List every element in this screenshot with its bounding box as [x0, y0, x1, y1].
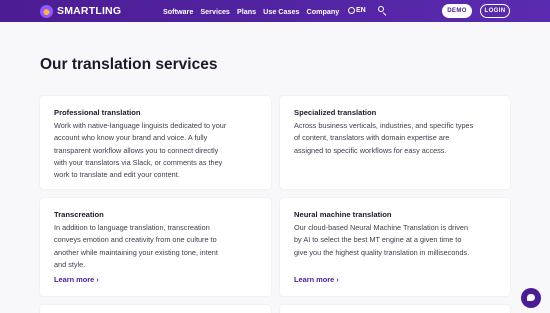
- card-title: Specialized translation: [294, 108, 377, 117]
- card-line: with your translators via Slack, or comm…: [54, 157, 223, 167]
- card-partial: [280, 305, 510, 313]
- page-title: Our translation services: [40, 56, 218, 73]
- language-selector[interactable]: EN: [348, 7, 366, 14]
- nav-services[interactable]: Services: [200, 7, 230, 16]
- card-line: and style.: [54, 259, 86, 269]
- logo-icon: [40, 4, 53, 18]
- card-line: Our cloud-based Neural Machine Translati…: [294, 223, 468, 232]
- card-line: conveys emotion and creativity from one …: [54, 235, 217, 245]
- card-transcreation: Transcreation In addition to language tr…: [40, 198, 271, 296]
- login-button[interactable]: LOGIN: [480, 4, 510, 18]
- learn-more-link[interactable]: Learn more ›: [54, 275, 99, 284]
- card-line: assigned to specific workflows for easy …: [294, 145, 447, 155]
- card-line: by AI to select the best MT engine at a …: [294, 235, 462, 245]
- card-line: of content, translators with domain expe…: [294, 133, 450, 143]
- logo-text: SMARTLING: [57, 5, 122, 17]
- card-description: In addition to language translation, tra…: [54, 222, 218, 271]
- nav-use-cases[interactable]: Use Cases: [263, 7, 299, 16]
- card-description: Our cloud-based Neural Machine Translati…: [294, 222, 469, 259]
- smartling-logo[interactable]: SMARTLING: [40, 4, 121, 18]
- card-title: Neural machine translation: [294, 210, 392, 219]
- nav-software[interactable]: Software: [163, 7, 193, 16]
- top-navbar: SMARTLING Software Services Plans Use Ca…: [0, 0, 550, 22]
- card-line: transparent workflow allows you to conne…: [54, 145, 219, 155]
- demo-button[interactable]: DEMO: [442, 4, 472, 18]
- card-line: work to translate and edit your content.: [54, 170, 180, 180]
- nav-plans[interactable]: Plans: [237, 7, 256, 16]
- card-description: Work with native-language linguists dedi…: [54, 120, 226, 181]
- nav-company[interactable]: Company: [307, 7, 340, 16]
- nav-links: Software Services Plans Use Cases Compan…: [163, 0, 346, 22]
- card-line: account who know your brand and voice. A…: [54, 133, 208, 143]
- globe-icon: [348, 7, 355, 14]
- card-line: give you the highest quality translation…: [294, 247, 470, 257]
- chat-bubble-icon: [527, 294, 535, 301]
- card-partial: [40, 305, 271, 313]
- card-description: Across business verticals, industries, a…: [294, 120, 473, 157]
- card-professional-translation: Professional translation Work with nativ…: [40, 96, 271, 189]
- card-line: Across business verticals, industries, a…: [294, 121, 474, 130]
- card-line: another while maintaining your existing …: [54, 247, 218, 257]
- search-icon[interactable]: [378, 6, 387, 16]
- language-label: EN: [356, 7, 366, 14]
- card-title: Professional translation: [54, 108, 141, 117]
- card-specialized-translation: Specialized translation Across business …: [280, 96, 510, 189]
- learn-more-link[interactable]: Learn more ›: [294, 275, 339, 284]
- card-title: Transcreation: [54, 210, 104, 219]
- chat-button[interactable]: [521, 288, 541, 308]
- card-line: Work with native-language linguists dedi…: [54, 121, 227, 130]
- card-line: In addition to language translation, tra…: [54, 223, 210, 232]
- card-neural-machine-translation: Neural machine translation Our cloud-bas…: [280, 198, 510, 296]
